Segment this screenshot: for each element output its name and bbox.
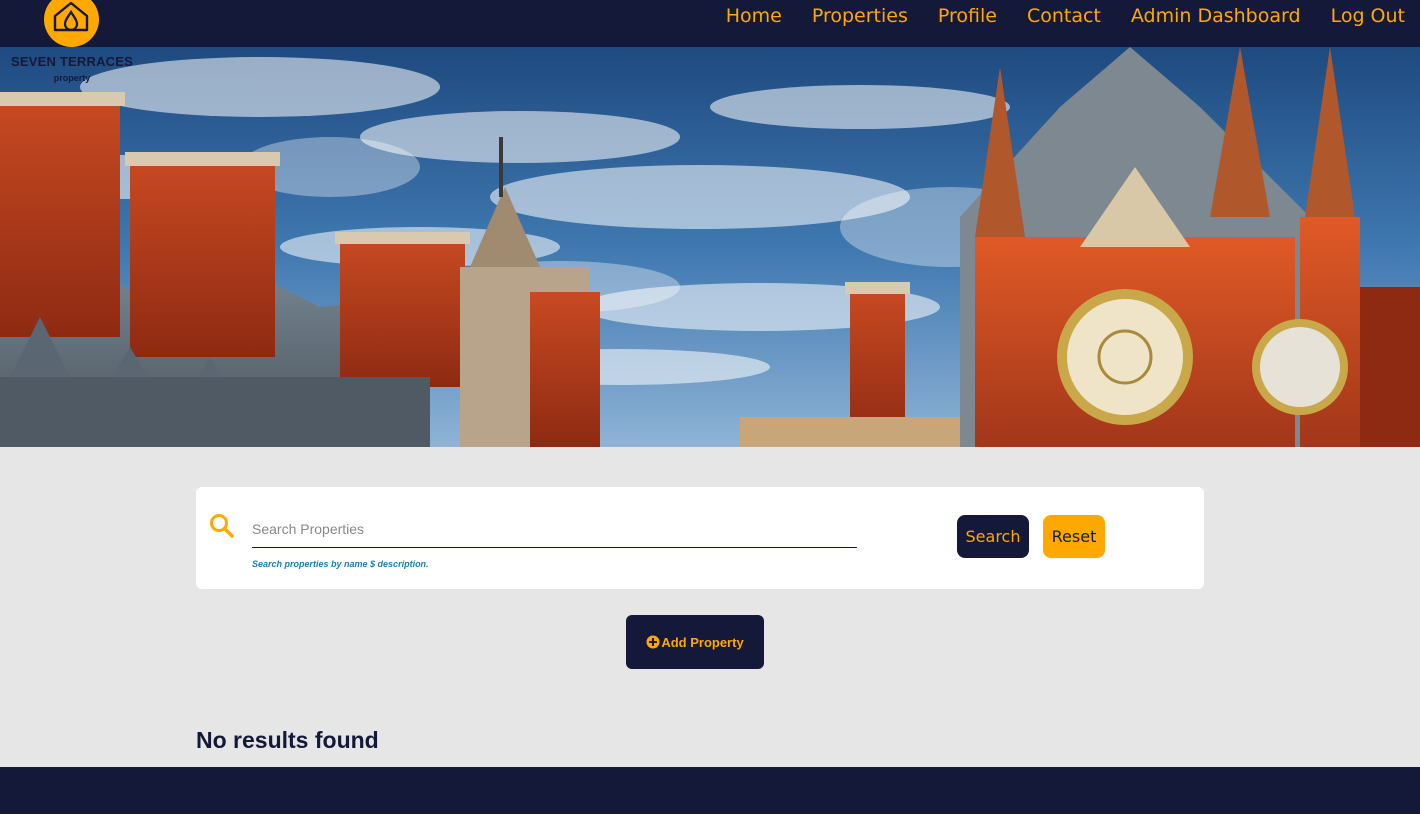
brand-tagline: property [53,73,91,83]
nav-contact-link[interactable]: Contact [1027,5,1101,27]
brand-name: SEVEN TERRACES [11,54,133,69]
search-hint: Search properties by name $ description. [252,559,429,569]
nav-properties-link[interactable]: Properties [812,5,908,27]
plus-circle-icon [646,635,660,649]
nav-logout-link[interactable]: Log Out [1331,5,1405,27]
brand-logo[interactable]: SEVEN TERRACES property [8,0,136,90]
add-property-label: Add Property [661,634,744,650]
search-icon[interactable] [208,512,236,540]
search-card: Search properties by name $ description.… [196,487,1204,589]
hero-banner-image [0,47,1420,447]
nav-admin-dashboard-link[interactable]: Admin Dashboard [1131,5,1301,27]
page-footer [0,767,1420,814]
no-results-message: No results found [196,727,379,753]
nav-links: Home Properties Profile Contact Admin Da… [726,0,1405,32]
add-property-button[interactable]: Add Property [626,615,764,669]
reset-button[interactable]: Reset [1043,515,1105,558]
search-input[interactable] [252,511,857,548]
top-navbar: Home Properties Profile Contact Admin Da… [0,0,1420,47]
nav-profile-link[interactable]: Profile [938,5,997,27]
nav-home-link[interactable]: Home [726,5,782,27]
house-drop-logo-icon [44,0,99,47]
search-button[interactable]: Search [957,515,1029,558]
